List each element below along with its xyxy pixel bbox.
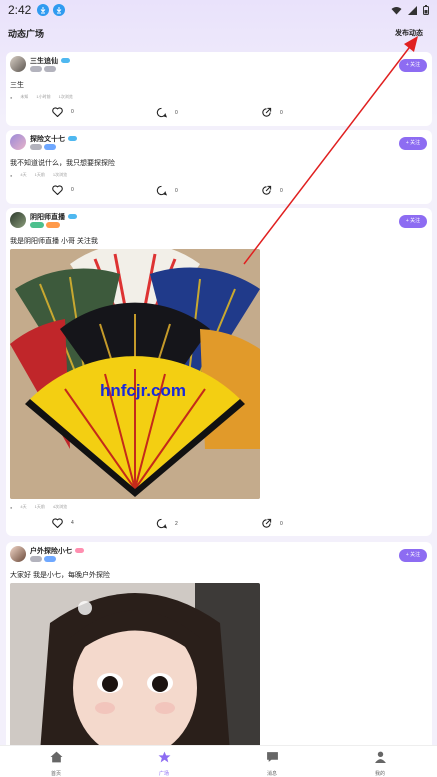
square-icon (158, 751, 170, 763)
tab-label: 消息 (266, 771, 277, 777)
home-icon (50, 751, 62, 763)
tab-label: 广场 (158, 771, 169, 777)
tab-square[interactable]: 广场 (134, 750, 194, 777)
profile-icon (374, 751, 386, 763)
annotation-arrow (243, 36, 418, 265)
tab-label: 我的 (374, 771, 385, 777)
bottom-tab-bar: 首页 广场 消息 我的 (0, 745, 437, 777)
tab-messages[interactable]: 消息 (242, 750, 302, 777)
tab-profile[interactable]: 我的 (350, 750, 410, 777)
message-icon (266, 752, 278, 762)
tab-home[interactable]: 首页 (26, 750, 86, 777)
tab-label: 首页 (50, 771, 61, 777)
